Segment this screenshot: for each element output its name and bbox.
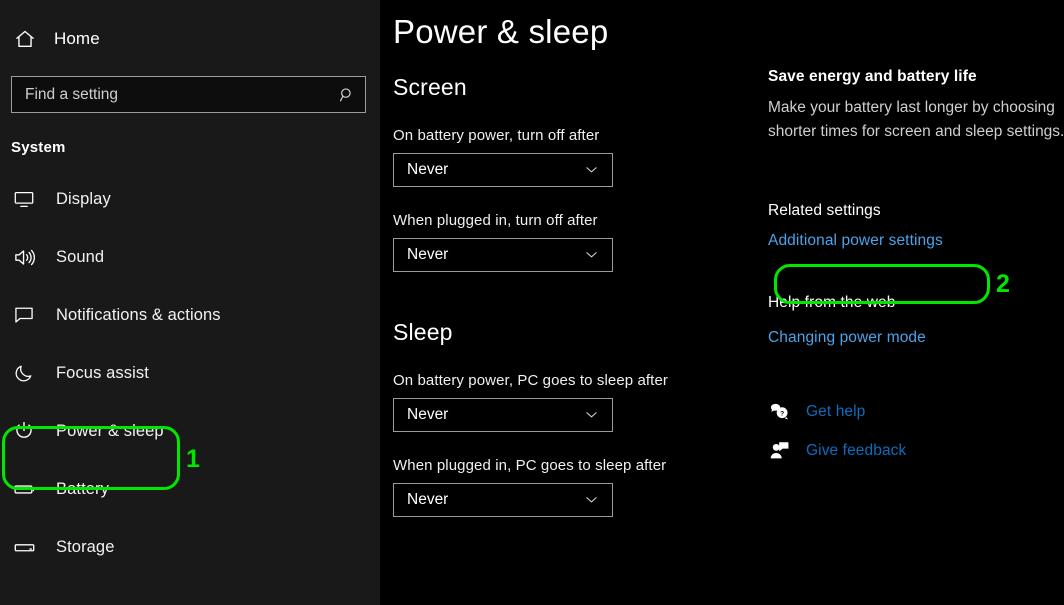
search-icon[interactable]: [338, 86, 356, 104]
search-box[interactable]: [11, 76, 366, 113]
related-settings-block: Related settings Additional power settin…: [768, 202, 1060, 250]
question-bubble-icon: ?: [768, 401, 790, 423]
dropdown-value: Never: [407, 160, 449, 178]
sidebar-item-notifications[interactable]: Notifications & actions: [0, 286, 380, 344]
sidebar-item-label: Storage: [56, 537, 115, 556]
support-links: ? Get help Give feedback: [768, 397, 1060, 466]
dropdown-value: Never: [407, 405, 449, 423]
field-label: On battery power, turn off after: [393, 126, 600, 144]
sidebar-item-focus-assist[interactable]: Focus assist: [0, 344, 380, 402]
monitor-icon: [12, 187, 36, 211]
give-feedback-row[interactable]: Give feedback: [768, 436, 1060, 466]
group-title: Screen: [393, 73, 467, 100]
additional-power-settings-link[interactable]: Additional power settings: [768, 232, 943, 250]
give-feedback-label[interactable]: Give feedback: [806, 442, 906, 460]
home-icon: [14, 28, 36, 50]
screen-plugged-dropdown[interactable]: Never: [393, 237, 613, 272]
speech-bubble-icon: [12, 303, 36, 327]
main-content: Power & sleep Screen On battery power, t…: [380, 0, 1064, 605]
sidebar-home[interactable]: Home: [0, 20, 380, 58]
field-label: On battery power, PC goes to sleep after: [393, 371, 668, 389]
dropdown-value: Never: [407, 490, 449, 508]
field-screen-plugged: When plugged in, turn off after Never: [393, 212, 760, 272]
dropdown-value: Never: [407, 245, 449, 263]
group-sleep: Sleep On battery power, PC goes to sleep…: [393, 319, 760, 517]
sidebar-item-power-sleep[interactable]: Power & sleep: [0, 402, 380, 460]
field-sleep-battery: On battery power, PC goes to sleep after…: [393, 372, 760, 432]
get-help-row[interactable]: ? Get help: [768, 397, 1060, 427]
sidebar-item-label: Power & sleep: [56, 421, 164, 440]
group-screen: Screen On battery power, turn off after …: [393, 74, 760, 272]
field-screen-battery: On battery power, turn off after Never: [393, 127, 760, 187]
help-from-web-title: Help from the web: [768, 293, 896, 311]
chevron-down-icon: [583, 246, 600, 263]
chevron-down-icon: [583, 491, 600, 508]
group-title: Sleep: [393, 318, 453, 345]
speaker-icon: [12, 245, 36, 269]
sidebar-section-title: System: [11, 139, 66, 156]
sidebar-item-label: Battery: [56, 479, 109, 498]
storage-icon: [12, 535, 36, 559]
sidebar-item-display[interactable]: Display: [0, 170, 380, 228]
field-sleep-plugged: When plugged in, PC goes to sleep after …: [393, 457, 760, 517]
changing-power-mode-link[interactable]: Changing power mode: [768, 329, 926, 347]
sidebar-item-label: Focus assist: [56, 363, 149, 382]
sidebar-home-label: Home: [54, 29, 100, 48]
related-settings-title: Related settings: [768, 201, 881, 219]
sidebar-item-label: Sound: [56, 247, 105, 266]
sidebar-nav: Display Sound Notifications & actions Fo…: [0, 170, 380, 576]
sleep-plugged-dropdown[interactable]: Never: [393, 482, 613, 517]
crescent-moon-icon: [12, 361, 36, 385]
svg-text:?: ?: [780, 411, 784, 418]
screen-battery-dropdown[interactable]: Never: [393, 152, 613, 187]
get-help-label[interactable]: Get help: [806, 403, 865, 421]
sidebar: Home System Display: [0, 0, 380, 605]
help-from-web-block: Help from the web Changing power mode: [768, 294, 1060, 347]
feedback-person-icon: [768, 440, 790, 462]
chevron-down-icon: [583, 161, 600, 178]
aside-inner: Save energy and battery life Make your b…: [760, 68, 1064, 466]
search-input[interactable]: [25, 85, 338, 104]
sidebar-item-label: Display: [56, 189, 111, 208]
page-title: Power & sleep: [393, 13, 609, 50]
settings-column: Power & sleep Screen On battery power, t…: [380, 0, 760, 605]
promo-title: Save energy and battery life: [768, 68, 977, 85]
sidebar-item-storage[interactable]: Storage: [0, 518, 380, 576]
sleep-battery-dropdown[interactable]: Never: [393, 397, 613, 432]
power-icon: [12, 419, 36, 443]
field-label: When plugged in, turn off after: [393, 211, 598, 229]
chevron-down-icon: [583, 406, 600, 423]
field-label: When plugged in, PC goes to sleep after: [393, 456, 667, 474]
aside-panel: Save energy and battery life Make your b…: [760, 0, 1064, 605]
sidebar-item-sound[interactable]: Sound: [0, 228, 380, 286]
settings-window: Home System Display: [0, 0, 1064, 605]
promo-body: Make your battery last longer by choosin…: [768, 99, 1064, 141]
sidebar-item-battery[interactable]: Battery: [0, 460, 380, 518]
battery-icon: [12, 477, 36, 501]
sidebar-item-label: Notifications & actions: [56, 305, 221, 324]
